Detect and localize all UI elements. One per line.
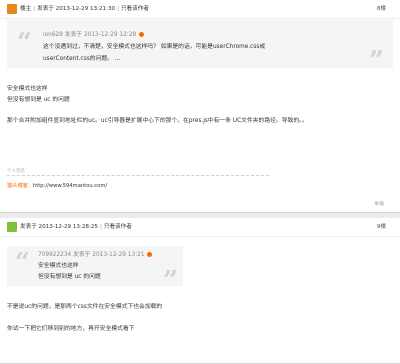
quote-close-icon: ” bbox=[163, 266, 178, 296]
quote-line-2: 但没有想到是 uc 的问题 bbox=[38, 274, 101, 280]
report-link[interactable]: 举报 bbox=[374, 200, 384, 207]
avatar[interactable] bbox=[7, 222, 17, 232]
quote-line-1: 这个没遇到过，不清楚，安全模式也这样吗？ 如果是的话，可能是userChrome… bbox=[43, 44, 266, 50]
post-body-line-1: 不是说uc的问题，是那两个css文件在安全模式下也会加载的 bbox=[7, 304, 163, 310]
quote-time: 发表于 2013-12-29 13:21 bbox=[73, 252, 145, 258]
signature: 猎头博客：http://www.594mantou.com/ bbox=[7, 182, 107, 189]
quote-block: “ 709922234 发表于 2013-12-29 13:21 安全模式也这样… bbox=[7, 246, 183, 294]
only-author-link[interactable]: 只看该作者 bbox=[104, 224, 132, 230]
post-header: 发表于 2013-12-29 13:28:25 | 只看该作者 9楼 bbox=[0, 218, 400, 237]
signature-label: 个人签名 bbox=[7, 169, 25, 174]
post-time: 发表于 2013-12-29 13:28:25 bbox=[20, 224, 98, 230]
post-time: 发表于 2013-12-29 13:21:30 bbox=[37, 6, 116, 12]
floor-number: 8楼 bbox=[376, 6, 386, 12]
post-body-line-1: 安全模式也这样 bbox=[7, 86, 48, 92]
author-badge[interactable]: 楼主 bbox=[20, 6, 31, 12]
signature-divider bbox=[7, 175, 269, 176]
signature-link[interactable]: http://www.594mantou.com/ bbox=[33, 183, 107, 189]
only-author-link[interactable]: 只看该作者 bbox=[121, 6, 149, 12]
post-meta: 发表于 2013-12-29 13:28:25 | 只看该作者 bbox=[20, 224, 132, 230]
post-body-line-2: 但没有想到是 uc 的问题 bbox=[7, 97, 70, 103]
avatar[interactable] bbox=[7, 4, 17, 14]
jump-to-post-icon[interactable] bbox=[147, 252, 153, 257]
quote-close-icon: ” bbox=[369, 46, 384, 76]
quote-meta: ion628 发表于 2013-12-29 12:28 bbox=[43, 30, 145, 40]
post-body-line-2: 你试一下把它们移到别的地方，再开安全模式看下 bbox=[7, 326, 135, 332]
post-floor-9: 发表于 2013-12-29 13:28:25 | 只看该作者 9楼 “ 70992… bbox=[0, 218, 400, 364]
signature-prefix: 猎头博客： bbox=[7, 183, 33, 189]
quote-block: “ ion628 发表于 2013-12-29 12:28 这个没遇到过，不清楚… bbox=[7, 20, 393, 74]
quote-open-icon: “ bbox=[17, 28, 32, 58]
floor-number: 9楼 bbox=[376, 224, 386, 230]
quote-line-2: userContent.css的问题。 ... bbox=[43, 56, 121, 62]
quote-open-icon: “ bbox=[15, 248, 30, 278]
post-header: 楼主 | 发表于 2013-12-29 13:21:30 | 只看该作者 8楼 bbox=[0, 0, 400, 19]
post-meta: 楼主 | 发表于 2013-12-29 13:21:30 | 只看该作者 bbox=[20, 6, 149, 12]
quote-meta: 709922234 发表于 2013-12-29 13:21 bbox=[38, 250, 153, 260]
quote-user[interactable]: 709922234 bbox=[38, 252, 71, 258]
jump-to-post-icon[interactable] bbox=[139, 32, 145, 37]
quote-user[interactable]: ion628 bbox=[43, 32, 63, 38]
post-floor-8: 楼主 | 发表于 2013-12-29 13:21:30 | 只看该作者 8楼 “ io… bbox=[0, 0, 400, 213]
post-body-line-3: 那个合并附加组件显到地址栏的uc。uc引导器是扩展中心下的那个。在pres.js… bbox=[7, 118, 308, 124]
quote-time: 发表于 2013-12-29 12:28 bbox=[64, 32, 137, 38]
quote-line-1: 安全模式也这样 bbox=[38, 263, 79, 269]
